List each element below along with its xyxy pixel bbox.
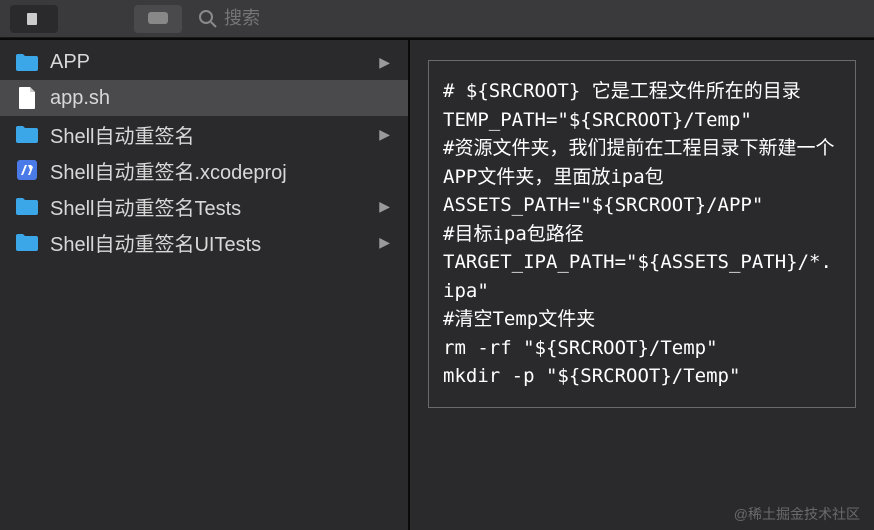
search-input[interactable] <box>224 8 324 29</box>
file-label: Shell自动重签名Tests <box>50 192 241 221</box>
folder-icon <box>14 231 40 253</box>
file-label: Shell自动重签名.xcodeproj <box>50 156 287 185</box>
file-icon <box>14 87 40 109</box>
file-row-xcodeproj[interactable]: Shell自动重签名.xcodeproj <box>0 152 408 188</box>
document-icon <box>25 12 43 26</box>
search-icon <box>198 9 218 29</box>
file-preview-content: # ${SRCROOT} 它是工程文件所在的目录 TEMP_PATH="${SR… <box>428 60 856 408</box>
watermark: @稀土掘金技术社区 <box>734 504 860 524</box>
chevron-right-icon: ▶ <box>379 54 390 71</box>
file-label: Shell自动重签名 <box>50 120 194 149</box>
file-row-app-sh[interactable]: app.sh <box>0 80 408 116</box>
chevron-right-icon: ▶ <box>379 234 390 251</box>
file-sidebar: APP ▶ app.sh Shell自动重签名 ▶ Shell自动重签名.xco… <box>0 40 410 530</box>
folder-icon <box>14 51 40 73</box>
file-row-app-folder[interactable]: APP ▶ <box>0 44 408 80</box>
chevron-right-icon: ▶ <box>379 126 390 143</box>
folder-icon <box>14 123 40 145</box>
toolbar-button-2[interactable] <box>134 5 182 33</box>
toolbar-button-1[interactable] <box>10 5 58 33</box>
chevron-right-icon: ▶ <box>379 198 390 215</box>
xcodeproj-icon <box>14 159 40 181</box>
file-label: APP <box>50 51 90 74</box>
chat-icon <box>146 11 170 27</box>
search-area <box>198 8 324 29</box>
file-row-shell-tests[interactable]: Shell自动重签名Tests ▶ <box>0 188 408 224</box>
preview-pane: # ${SRCROOT} 它是工程文件所在的目录 TEMP_PATH="${SR… <box>410 40 874 530</box>
toolbar <box>0 0 874 38</box>
file-label: Shell自动重签名UITests <box>50 228 261 257</box>
main: APP ▶ app.sh Shell自动重签名 ▶ Shell自动重签名.xco… <box>0 40 874 530</box>
file-row-shell-resign[interactable]: Shell自动重签名 ▶ <box>0 116 408 152</box>
folder-icon <box>14 195 40 217</box>
file-label: app.sh <box>50 87 110 110</box>
file-row-shell-uitests[interactable]: Shell自动重签名UITests ▶ <box>0 224 408 260</box>
